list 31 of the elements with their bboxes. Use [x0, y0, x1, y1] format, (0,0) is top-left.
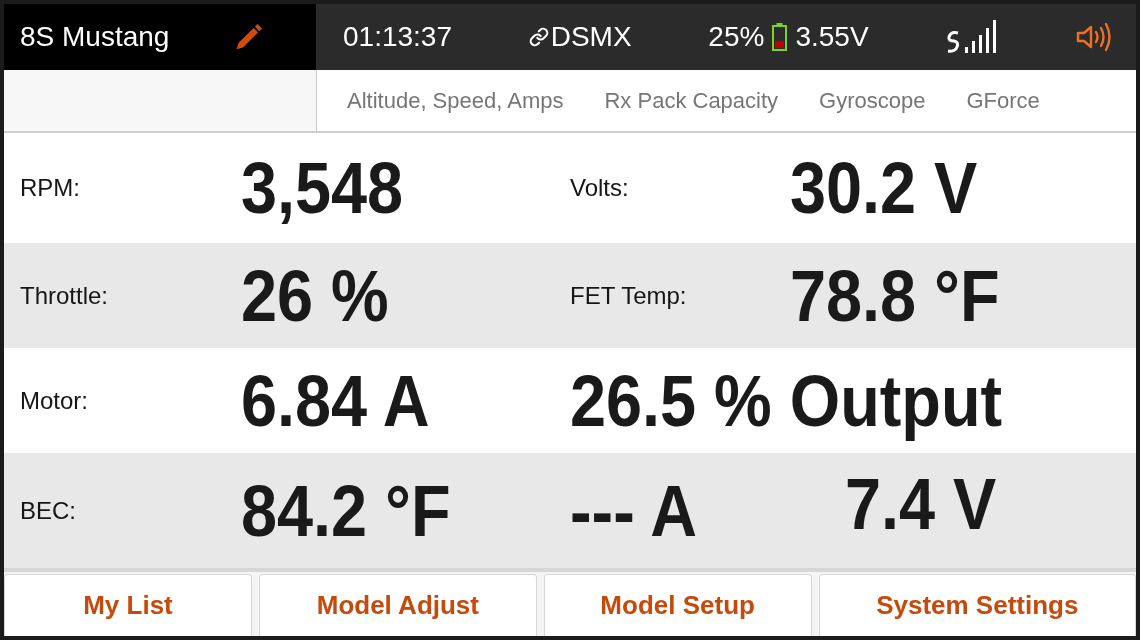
telemetry-tab[interactable]: Altitude, Speed, Amps: [347, 87, 564, 114]
telemetry-value: 84.2 °F: [241, 474, 451, 547]
telemetry-tab[interactable]: Gyroscope: [819, 87, 926, 114]
telemetry-value: 78.8 °F: [790, 259, 1000, 332]
menu-button[interactable]: Model Setup: [543, 574, 812, 636]
menu-button[interactable]: System Settings: [818, 574, 1136, 636]
protocol-label: DSMX: [550, 21, 632, 53]
telemetry-label: Throttle:: [20, 281, 109, 310]
link-icon: [528, 27, 549, 47]
model-name: 8S Mustang: [20, 21, 170, 53]
battery-voltage: 3.55V: [795, 21, 869, 53]
telemetry-value: 7.4 V: [845, 467, 997, 540]
menu-button[interactable]: My List: [4, 574, 252, 636]
battery-icon: [772, 23, 788, 51]
telemetry-label: Volts:: [570, 174, 629, 202]
menu-button[interactable]: Model Adjust: [259, 574, 537, 636]
telemetry-label: Motor:: [20, 386, 88, 415]
telemetry-tab[interactable]: GForce: [966, 87, 1040, 114]
battery-percent: 25%: [708, 21, 765, 53]
telemetry-tab[interactable]: Rx Pack Capacity: [604, 87, 779, 114]
timer: 01:13:37: [343, 21, 452, 53]
telemetry-value: 26 %: [241, 259, 389, 332]
telemetry-value: --- A: [570, 474, 698, 547]
telemetry-value: 6.84 A: [241, 364, 430, 437]
telemetry-label: FET Temp:: [570, 281, 687, 310]
telemetry-label: BEC:: [20, 496, 76, 525]
pencil-icon[interactable]: [236, 24, 262, 50]
telemetry-label: RPM:: [20, 174, 80, 202]
telemetry-value: 30.2 V: [790, 152, 978, 224]
speaker-icon[interactable]: [1076, 21, 1112, 53]
telemetry-value: 3,548: [241, 152, 404, 224]
